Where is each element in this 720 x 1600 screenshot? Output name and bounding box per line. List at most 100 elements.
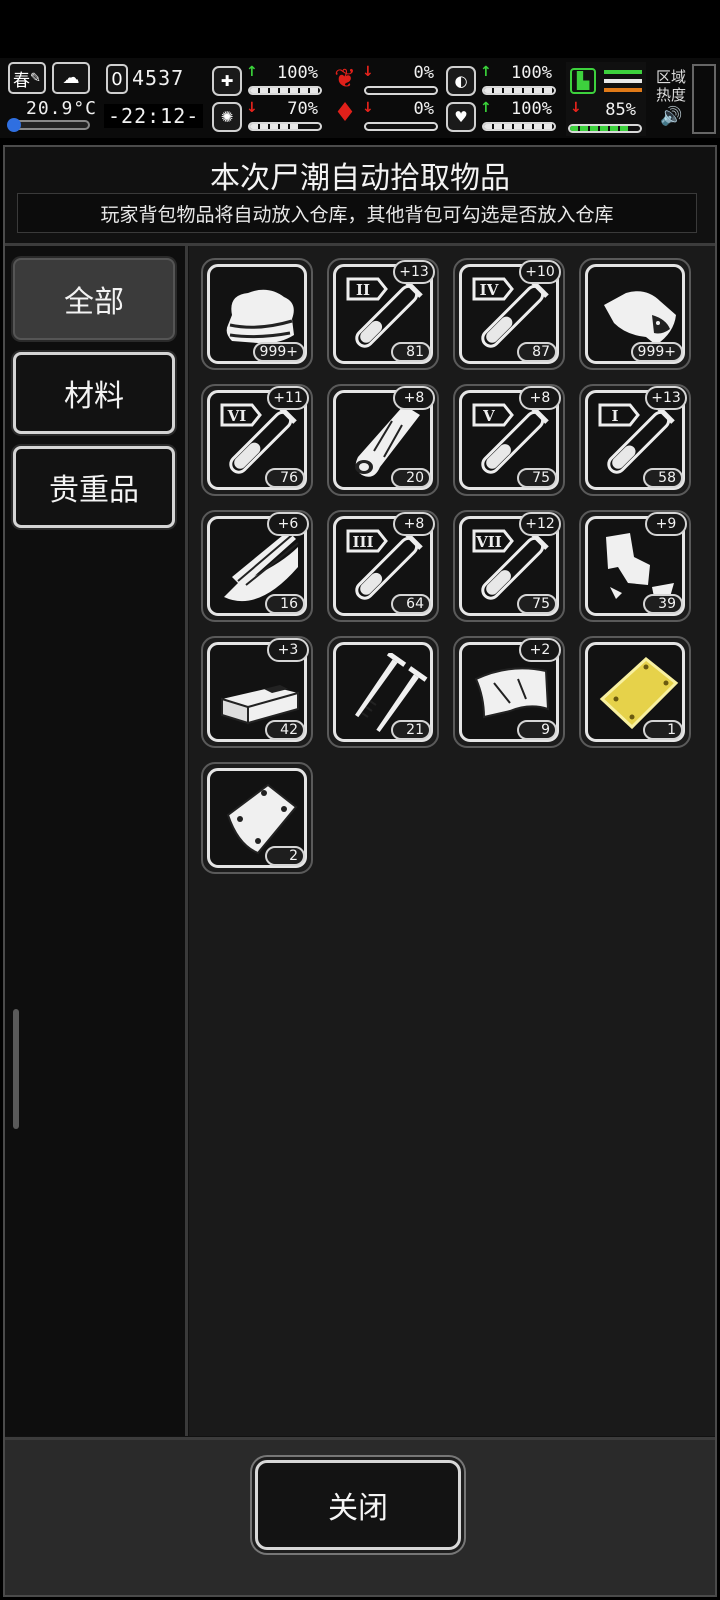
speaker-icon[interactable]: 🔊	[660, 106, 682, 127]
counter: 4537	[132, 66, 185, 90]
item-slot-test-tube-II[interactable]: II 81 +13	[327, 258, 439, 370]
item-slot-cloth[interactable]: 999+	[201, 258, 313, 370]
item-slot-test-tube-IV[interactable]: IV 87 +10	[453, 258, 565, 370]
season-badge: 春 ✎	[8, 62, 46, 94]
counter-prefix: 0	[106, 64, 128, 94]
heart-icon: ♥	[446, 102, 476, 132]
item-quantity: 9	[517, 720, 557, 740]
stamina-panel: ▙ ↓ 85%	[566, 62, 646, 136]
item-quantity: 42	[265, 720, 305, 740]
stat-bar	[248, 122, 322, 131]
zone-heat-meter	[692, 64, 716, 134]
item-quantity: 76	[265, 468, 305, 488]
item-bonus-badge: +2	[519, 638, 561, 662]
clock: -22:12-	[104, 104, 204, 128]
stat-bar	[482, 86, 556, 95]
zone-heat-label: 区域热度	[656, 68, 687, 104]
auto-pickup-panel: 本次尸潮自动拾取物品 玩家背包物品将自动放入仓库，其他背包可勾选是否放入仓库 全…	[3, 145, 717, 1597]
svg-text:IV: IV	[480, 281, 499, 299]
svg-text:VII: VII	[475, 533, 502, 551]
item-bonus-badge: +13	[645, 386, 687, 410]
item-quantity: 999+	[252, 342, 305, 362]
item-quantity: 1	[643, 720, 683, 740]
item-bonus-badge: +8	[519, 386, 561, 410]
item-quantity: 21	[391, 720, 431, 740]
item-quantity: 75	[517, 468, 557, 488]
item-grid: 999+ II 81 +13 IV 87 +10 999+ VI 76 +11 …	[189, 246, 715, 1436]
stat-value: 100%	[511, 99, 552, 119]
item-quantity: 64	[391, 594, 431, 614]
bottom-bar: 关闭	[5, 1437, 715, 1595]
item-slot-metal-plate[interactable]: 2	[201, 762, 313, 874]
svg-text:V: V	[482, 407, 495, 425]
item-quantity: 87	[517, 342, 557, 362]
item-bonus-badge: +12	[519, 512, 561, 536]
blood-drop-icon: ♦	[333, 98, 357, 128]
item-quantity: 16	[265, 594, 305, 614]
thermometer-icon	[7, 118, 21, 132]
item-slot-nails[interactable]: 21	[327, 636, 439, 748]
svg-text:VI: VI	[227, 407, 247, 425]
scrollbar[interactable]	[13, 1009, 19, 1129]
item-slot-gold-bar[interactable]: 1	[579, 636, 691, 748]
item-bonus-badge: +8	[393, 512, 435, 536]
page-title: 本次尸潮自动拾取物品	[210, 161, 510, 196]
close-button[interactable]: 关闭	[255, 1460, 461, 1550]
item-slot-test-tube-I[interactable]: I 58 +13	[579, 384, 691, 496]
item-quantity: 75	[517, 594, 557, 614]
stat-value: 0%	[413, 99, 434, 119]
item-quantity: 81	[391, 342, 431, 362]
item-slot-wood-log[interactable]: 20 +8	[327, 384, 439, 496]
svg-text:II: II	[356, 281, 370, 299]
stat-bar	[248, 86, 322, 95]
category-sidebar: 全部 材料 贵重品	[5, 246, 188, 1436]
tab-valuables[interactable]: 贵重品	[13, 446, 175, 528]
temperature: 20.9°C	[26, 98, 98, 119]
item-slot-test-tube-V[interactable]: V 75 +8	[453, 384, 565, 496]
item-slot-meat[interactable]: 999+	[579, 258, 691, 370]
item-bonus-badge: +8	[393, 386, 435, 410]
stat-value: 0%	[413, 63, 434, 83]
weather-icon: ☁	[52, 62, 90, 94]
item-slot-test-tube-III[interactable]: III 64 +8	[327, 510, 439, 622]
item-quantity: 20	[391, 468, 431, 488]
brain-icon: ✺	[212, 102, 242, 132]
item-bonus-badge: +9	[645, 512, 687, 536]
screen: 春 ✎ ☁ 20.9°C 0 4537 -22:12- ✚ ↑ 100% ❦ ↓ …	[0, 0, 720, 1600]
medkit-icon: ✚	[212, 66, 242, 96]
item-slot-brick[interactable]: 42 +3	[201, 636, 313, 748]
item-quantity: 2	[265, 846, 305, 866]
stat-bar	[482, 122, 556, 131]
stat-value: 100%	[277, 63, 318, 83]
season-label: 春	[13, 70, 31, 91]
item-quantity: 39	[643, 594, 683, 614]
item-quantity: 58	[643, 468, 683, 488]
item-bonus-badge: +6	[267, 512, 309, 536]
temperature-gauge	[7, 118, 90, 132]
item-slot-test-tube-VII[interactable]: VII 75 +12	[453, 510, 565, 622]
item-slot-leather[interactable]: 9 +2	[453, 636, 565, 748]
pill-icon: ◐	[446, 66, 476, 96]
stat-bar	[568, 124, 642, 133]
item-slot-test-tube-VI[interactable]: VI 76 +11	[201, 384, 313, 496]
svg-text:I: I	[611, 407, 618, 425]
stomach-icon: ❦	[334, 64, 356, 94]
item-bonus-badge: +10	[519, 260, 561, 284]
stat-value: 85%	[605, 100, 636, 120]
stat-bar	[364, 86, 438, 95]
status-bar: 春 ✎ ☁ 20.9°C 0 4537 -22:12- ✚ ↑ 100% ❦ ↓ …	[0, 58, 720, 138]
item-quantity: 999+	[630, 342, 683, 362]
stat-bar	[364, 122, 438, 131]
boot-icon: ▙	[570, 68, 596, 94]
item-bonus-badge: +13	[393, 260, 435, 284]
item-slot-scrap-cloth[interactable]: 39 +9	[579, 510, 691, 622]
item-slot-wood-planks[interactable]: 16 +6	[201, 510, 313, 622]
stat-value: 100%	[511, 63, 552, 83]
item-bonus-badge: +3	[267, 638, 309, 662]
item-bonus-badge: +11	[267, 386, 309, 410]
svg-text:III: III	[352, 533, 373, 551]
tab-all[interactable]: 全部	[13, 258, 175, 340]
feather-icon: ✎	[30, 70, 41, 86]
tab-materials[interactable]: 材料	[13, 352, 175, 434]
panel-subtitle: 玩家背包物品将自动放入仓库，其他背包可勾选是否放入仓库	[17, 193, 697, 233]
